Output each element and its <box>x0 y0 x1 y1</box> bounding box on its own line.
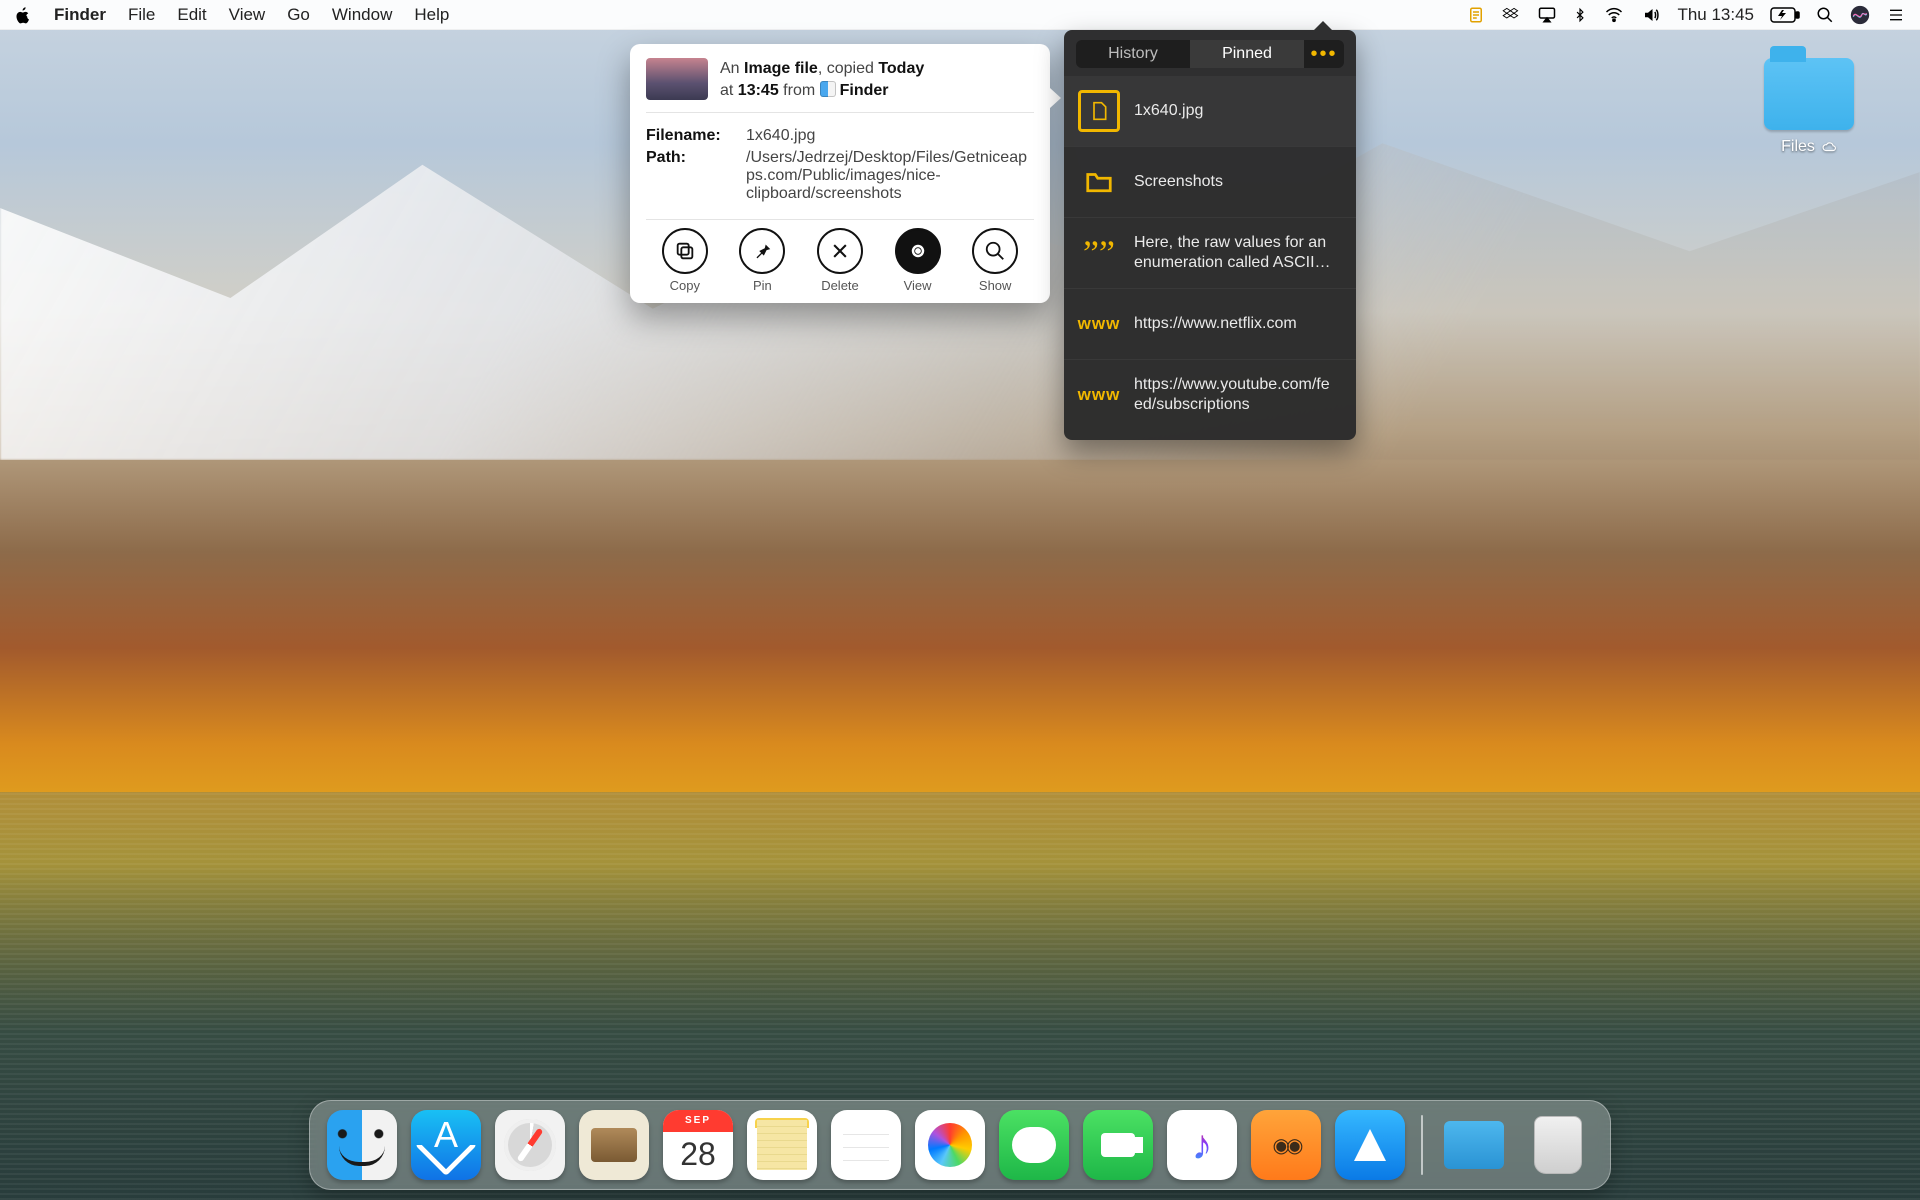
history-item[interactable]: Screenshots <box>1064 146 1356 217</box>
menu-go[interactable]: Go <box>287 5 310 25</box>
dock-itunes[interactable] <box>1167 1110 1237 1180</box>
history-item[interactable]: www https://www.youtube.com/feed/subscri… <box>1064 359 1356 430</box>
image-file-icon <box>1078 90 1120 132</box>
dock-app-owl[interactable] <box>1251 1110 1321 1180</box>
dock-separator <box>1421 1115 1423 1175</box>
dropbox-icon[interactable] <box>1501 6 1521 24</box>
action-view[interactable]: View <box>895 228 941 293</box>
history-item-text: Screenshots <box>1134 172 1223 192</box>
history-item-text: https://www.netflix.com <box>1134 314 1297 334</box>
menu-edit[interactable]: Edit <box>177 5 206 25</box>
item-thumbnail <box>646 58 708 100</box>
menu-view[interactable]: View <box>229 5 266 25</box>
dock-app-arrow[interactable] <box>1335 1110 1405 1180</box>
dock-calendar[interactable]: SEP 28 <box>663 1110 733 1180</box>
dock-safari[interactable] <box>495 1110 565 1180</box>
tab-history[interactable]: History <box>1076 40 1190 68</box>
dock-app-store[interactable]: A <box>411 1110 481 1180</box>
battery-icon[interactable] <box>1770 7 1800 23</box>
desktop-folder-files[interactable]: Files <box>1754 58 1864 156</box>
action-copy[interactable]: Copy <box>662 228 708 293</box>
apple-menu[interactable] <box>14 6 32 24</box>
item-summary: An Image file, copied Today at 13:45 fro… <box>720 58 924 102</box>
action-delete[interactable]: Delete <box>817 228 863 293</box>
history-item-text: Here, the raw values for an enumeration … <box>1134 233 1334 273</box>
dock: A SEP 28 <box>309 1100 1611 1190</box>
dock-downloads[interactable] <box>1439 1110 1509 1180</box>
menubar-clock[interactable]: Thu 13:45 <box>1677 5 1754 25</box>
airplay-icon[interactable] <box>1537 6 1557 24</box>
history-item[interactable]: ”” Here, the raw values for an enumerati… <box>1064 217 1356 288</box>
clipboard-menubar-icon[interactable] <box>1467 6 1485 24</box>
action-show[interactable]: Show <box>972 228 1018 293</box>
history-item[interactable]: 1x640.jpg <box>1064 76 1356 146</box>
tab-pinned[interactable]: Pinned <box>1190 40 1304 68</box>
menubar-app-name[interactable]: Finder <box>54 5 106 25</box>
dock-messages[interactable] <box>999 1110 1069 1180</box>
menu-file[interactable]: File <box>128 5 155 25</box>
clipboard-history-popover: History Pinned ••• 1x640.jpg Screenshots… <box>1064 30 1356 440</box>
action-pin[interactable]: Pin <box>739 228 785 293</box>
dock-notes[interactable] <box>747 1110 817 1180</box>
calendar-day: 28 <box>663 1136 733 1173</box>
menu-window[interactable]: Window <box>332 5 392 25</box>
menubar: Finder File Edit View Go Window Help Thu… <box>0 0 1920 30</box>
siri-icon[interactable] <box>1850 5 1870 25</box>
volume-icon[interactable] <box>1641 6 1661 24</box>
notification-center-icon[interactable] <box>1886 7 1906 23</box>
popover-more-icon[interactable]: ••• <box>1304 43 1344 66</box>
wifi-icon[interactable] <box>1603 6 1625 24</box>
clipboard-detail-card: An Image file, copied Today at 13:45 fro… <box>630 44 1050 303</box>
spotlight-icon[interactable] <box>1816 6 1834 24</box>
filename-label: Filename: <box>646 127 736 145</box>
path-value: /Users/Jedrzej/Desktop/Files/Getniceapps… <box>746 149 1034 203</box>
folder-outline-icon <box>1078 161 1120 203</box>
quote-icon: ”” <box>1078 232 1120 274</box>
history-item[interactable]: www https://www.netflix.com <box>1064 288 1356 359</box>
history-item-text: https://www.youtube.com/feed/subscriptio… <box>1134 375 1334 415</box>
dock-facetime[interactable] <box>1083 1110 1153 1180</box>
calendar-month: SEP <box>663 1110 733 1132</box>
dock-photos[interactable] <box>915 1110 985 1180</box>
menu-help[interactable]: Help <box>414 5 449 25</box>
url-icon: www <box>1078 303 1120 345</box>
dock-reminders[interactable] <box>831 1110 901 1180</box>
finder-app-icon <box>820 81 836 97</box>
desktop-folder-label: Files <box>1781 138 1815 156</box>
filename-value: 1x640.jpg <box>746 127 1034 145</box>
dock-finder[interactable] <box>327 1110 397 1180</box>
cloud-icon <box>1821 140 1837 154</box>
dock-trash[interactable] <box>1523 1110 1593 1180</box>
history-item-text: 1x640.jpg <box>1134 101 1203 121</box>
bluetooth-icon[interactable] <box>1573 6 1587 24</box>
path-label: Path: <box>646 149 736 203</box>
dock-preview[interactable] <box>579 1110 649 1180</box>
url-icon: www <box>1078 374 1120 416</box>
folder-icon <box>1764 58 1854 130</box>
popover-tabs: History Pinned ••• <box>1076 40 1344 68</box>
